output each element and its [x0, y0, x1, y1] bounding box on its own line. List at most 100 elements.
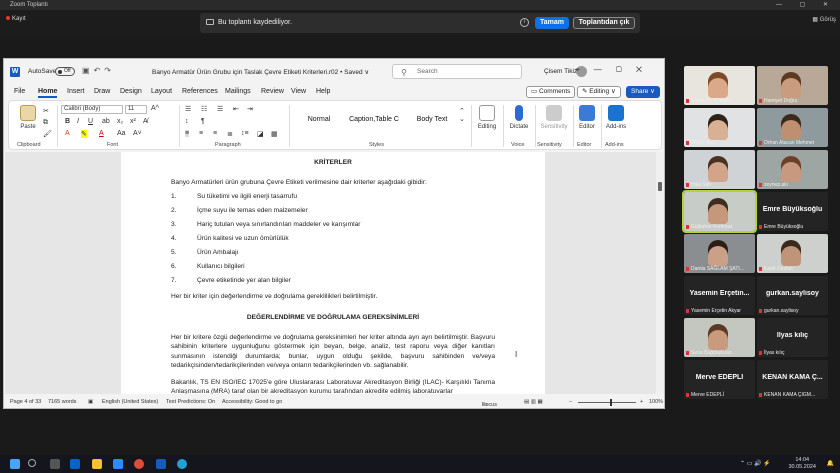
- redo-icon[interactable]: ↷: [104, 66, 115, 75]
- participant-tile[interactable]: zeynep.akı: [757, 150, 828, 189]
- participant-tile[interactable]: gurkan.saylisoy gurkan.saylisoy: [757, 276, 828, 315]
- task-view-icon[interactable]: [50, 459, 60, 469]
- participant-tile[interactable]: Hamiyet Doğru: [757, 66, 828, 105]
- font-size-select[interactable]: 11: [125, 105, 147, 114]
- undo-icon[interactable]: ↶: [94, 66, 105, 75]
- quick-access-toolbar[interactable]: ▣↶↷: [82, 66, 115, 75]
- bullets-icon[interactable]: ☰: [185, 105, 191, 113]
- sort-icon[interactable]: ↕: [185, 118, 189, 125]
- text-effects-icon[interactable]: A: [65, 130, 70, 137]
- participant-tile[interactable]: Hilal Sarı: [684, 150, 755, 189]
- language-status[interactable]: English (United States): [102, 399, 158, 405]
- increase-indent-icon[interactable]: ⇥: [247, 105, 253, 113]
- clear-format-icon[interactable]: A̸: [143, 118, 148, 125]
- leave-meeting-button[interactable]: Toplantıdan çık: [573, 17, 635, 29]
- bold-icon[interactable]: B: [65, 118, 70, 125]
- tab-mailings[interactable]: Mailings: [225, 88, 251, 95]
- format-painter-icon[interactable]: 🖌: [43, 130, 52, 138]
- editing-mode-button[interactable]: ✎ Editing ∨: [577, 86, 621, 98]
- participant-tile[interactable]: Merve EDEPLİ Merve EDEPLİ: [684, 360, 755, 399]
- vertical-scrollbar[interactable]: [656, 152, 664, 394]
- taskbar-clock[interactable]: 14:04 30.05.2024: [788, 457, 816, 471]
- user-name[interactable]: Çisem Tikiz: [544, 68, 577, 75]
- numbering-icon[interactable]: ☷: [201, 105, 207, 113]
- zoom-level[interactable]: 100%: [649, 399, 663, 405]
- chrome-icon[interactable]: [134, 459, 144, 469]
- participant-tile[interactable]: Sena Bağdaşlıyan: [684, 318, 755, 357]
- align-left-icon[interactable]: ≡: [185, 130, 190, 137]
- word-app-icon[interactable]: [156, 459, 166, 469]
- superscript-icon[interactable]: x²: [130, 118, 136, 125]
- page-count[interactable]: Page 4 of 33: [10, 399, 41, 405]
- subscript-icon[interactable]: x₂: [117, 118, 123, 125]
- participant-tile[interactable]: Damla SAĞLAM ŞATI...: [684, 234, 755, 273]
- comments-button[interactable]: ▭ Comments: [526, 86, 576, 98]
- word-window-controls[interactable]: ⌖—▢✕: [575, 65, 656, 75]
- decrease-indent-icon[interactable]: ⇤: [233, 105, 239, 113]
- change-case-icon[interactable]: Aa: [117, 130, 126, 137]
- search-taskbar-icon[interactable]: [28, 459, 36, 467]
- autosave-toggle[interactable]: Off: [55, 67, 75, 76]
- style-caption[interactable]: Caption,Table C: [345, 105, 403, 135]
- italic-icon[interactable]: I: [77, 118, 79, 125]
- align-right-icon[interactable]: ≡: [213, 130, 217, 137]
- zoom-window-controls[interactable]: — ▢ ✕: [776, 0, 836, 10]
- sensitivity-button[interactable]: Sensitivity: [537, 105, 571, 130]
- strikethrough-icon[interactable]: ab: [102, 118, 110, 125]
- participant-tile[interactable]: KENAN KAMA Ç... KENAN KAMA ÇIGM...: [757, 360, 828, 399]
- scrollbar-thumb[interactable]: [658, 182, 662, 191]
- participant-tile[interactable]: Yasemin Erçetin... Yasemin Erçetin Akyar: [684, 276, 755, 315]
- participant-tile[interactable]: Orhan Atacan Mehmet: [757, 108, 828, 147]
- tab-references[interactable]: References: [182, 88, 218, 95]
- styles-scroll-icon[interactable]: ⌃ ⌄: [459, 107, 465, 123]
- save-icon[interactable]: ▣: [82, 66, 94, 75]
- notification-icon[interactable]: 🔔: [827, 460, 834, 467]
- justify-icon[interactable]: ≣: [227, 130, 233, 138]
- grow-font-icon[interactable]: A^: [151, 105, 159, 112]
- participant-tile[interactable]: Emre Büyüksoğlu Emre Büyüksoğlu: [757, 192, 828, 231]
- participant-tile[interactable]: Kadir Ceylan: [757, 234, 828, 273]
- participant-tile[interactable]: Gülbahar Korkmaz: [682, 190, 757, 233]
- cut-icon[interactable]: ✂: [43, 107, 49, 115]
- borders-icon[interactable]: ▦: [271, 130, 278, 138]
- tab-insert[interactable]: Insert: [67, 88, 85, 95]
- line-spacing-icon[interactable]: ↕≡: [241, 130, 249, 137]
- highlight-icon[interactable]: ✎: [81, 130, 87, 138]
- participant-tile[interactable]: İlyas kılıç İlyas kılıç: [757, 318, 828, 357]
- system-tray[interactable]: ⌃ ▭ 🔊 ⚡: [740, 460, 771, 467]
- view-button[interactable]: ▦ Görüş: [812, 16, 836, 23]
- tab-design[interactable]: Design: [120, 88, 142, 95]
- proofing-icon[interactable]: ▣: [88, 399, 93, 405]
- copy-icon[interactable]: ⧉: [43, 119, 48, 127]
- info-icon[interactable]: i: [520, 18, 529, 27]
- show-marks-icon[interactable]: ¶: [201, 118, 205, 125]
- outlook-icon[interactable]: [70, 459, 80, 469]
- paste-button[interactable]: Paste: [17, 105, 39, 130]
- tab-draw[interactable]: Draw: [94, 88, 110, 95]
- editor-button[interactable]: Editor: [575, 105, 599, 130]
- align-center-icon[interactable]: ≡: [199, 130, 203, 137]
- underline-icon[interactable]: U: [88, 118, 93, 125]
- document-title[interactable]: Banyo Armatür Ürün Grubu için Taslak Çev…: [152, 68, 369, 76]
- dictate-button[interactable]: Dictate: [507, 105, 531, 130]
- recording-indicator[interactable]: Kayıt: [6, 16, 26, 22]
- font-color-icon[interactable]: A: [99, 130, 104, 137]
- tab-view[interactable]: View: [291, 88, 306, 95]
- file-explorer-icon[interactable]: [92, 459, 102, 469]
- document-canvas[interactable]: KRİTERLER Banyo Armatürleri ürün grubuna…: [5, 152, 663, 394]
- editing-button[interactable]: Editing: [475, 105, 499, 130]
- text-predictions-status[interactable]: Text Predictions: On: [166, 399, 215, 405]
- accessibility-status[interactable]: Accessibility: Good to go: [222, 399, 282, 405]
- document-page[interactable]: KRİTERLER Banyo Armatürleri ürün grubuna…: [121, 152, 545, 394]
- participant-tile[interactable]: Büşak Çelik-WWD: [684, 66, 755, 105]
- multilevel-list-icon[interactable]: ☰: [217, 105, 223, 113]
- share-button[interactable]: Share ∨: [626, 86, 660, 98]
- shrink-font-icon[interactable]: A˅: [133, 130, 142, 137]
- view-modes[interactable]: ▤ ▥ ▦: [524, 399, 543, 405]
- style-body-text[interactable]: Body Text: [407, 105, 457, 135]
- tab-review[interactable]: Review: [261, 88, 284, 95]
- zoom-out-icon[interactable]: −: [569, 399, 572, 405]
- start-icon[interactable]: [10, 459, 20, 469]
- search-box[interactable]: ⚲ Search: [392, 64, 522, 79]
- tab-home[interactable]: Home: [38, 88, 58, 98]
